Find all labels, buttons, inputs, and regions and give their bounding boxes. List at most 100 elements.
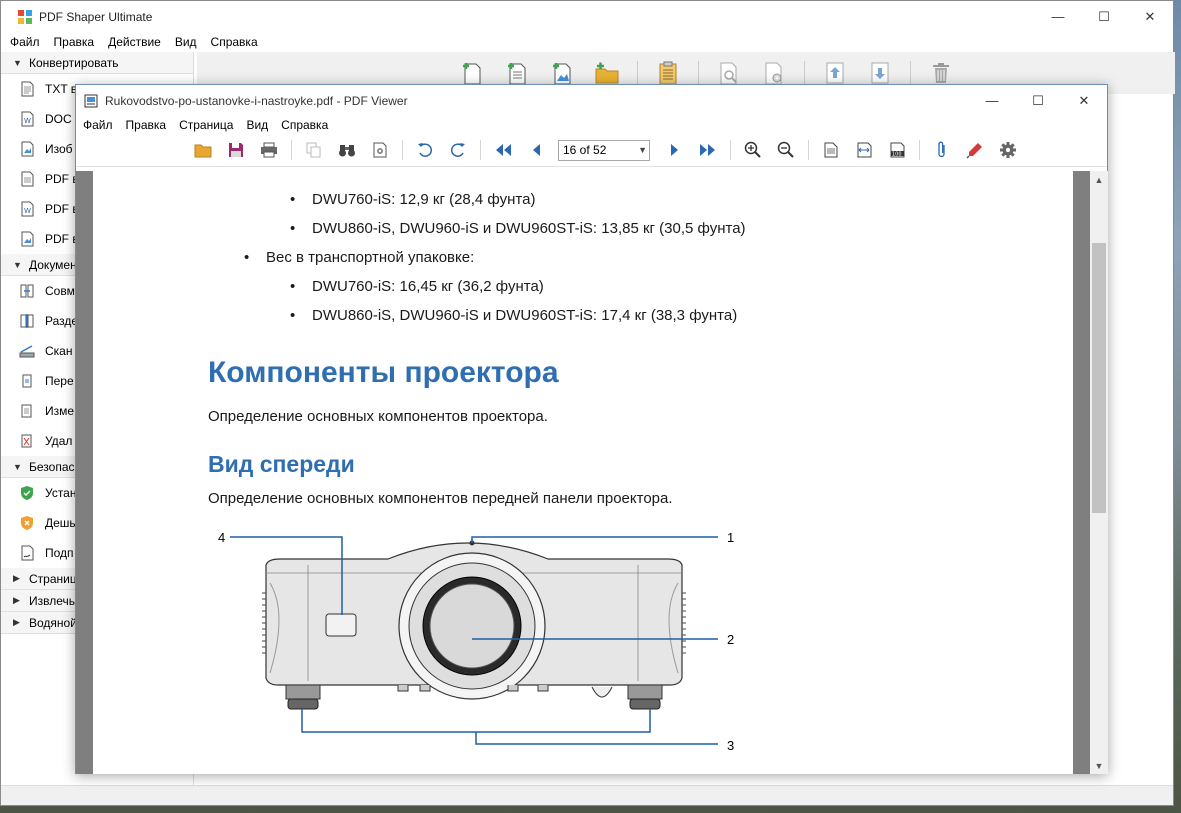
fit-page-button[interactable] xyxy=(820,139,842,161)
menu-view[interactable]: Вид xyxy=(175,35,197,49)
minimize-button[interactable]: — xyxy=(1035,1,1081,32)
save-button[interactable] xyxy=(225,139,247,161)
viewer-maximize-button[interactable]: ☐ xyxy=(1015,85,1061,116)
first-page-icon xyxy=(496,144,511,156)
bullet-text: DWU860-iS, DWU960-iS и DWU960ST-iS: 17,4… xyxy=(312,307,738,324)
callout-3-label: 3 xyxy=(727,738,734,753)
viewer-menubar: Файл Правка Страница Вид Справка xyxy=(76,116,1107,134)
bullet-item: • DWU760-iS: 12,9 кг (28,4 фунта) xyxy=(290,191,536,208)
find-button[interactable] xyxy=(336,139,358,161)
bullet-text: Вес в транспортной упаковке: xyxy=(266,249,475,266)
toolbar-separator xyxy=(402,140,403,160)
sidebar-item-label: Подп xyxy=(45,546,74,560)
rotate-left-button[interactable] xyxy=(414,139,436,161)
first-page-button[interactable] xyxy=(492,139,514,161)
delete-page-icon xyxy=(19,433,35,449)
sidebar-item-label: Разде xyxy=(45,314,79,328)
clipboard-icon xyxy=(659,61,677,85)
menu-file[interactable]: Файл xyxy=(10,35,40,49)
rotate-right-icon xyxy=(450,143,465,157)
scroll-up-arrow-icon[interactable]: ▲ xyxy=(1090,171,1108,188)
maximize-button[interactable]: ☐ xyxy=(1081,1,1127,32)
save-icon xyxy=(229,143,243,157)
scrollbar-thumb[interactable] xyxy=(1092,243,1106,513)
zoom-in-button[interactable] xyxy=(742,139,764,161)
menu-action[interactable]: Действие xyxy=(108,35,161,49)
callout-2-label: 2 xyxy=(727,632,734,647)
bullet-item: • DWU760-iS: 16,45 кг (36,2 фунта) xyxy=(290,278,544,295)
toolbar-separator xyxy=(919,140,920,160)
viewer-menu-help[interactable]: Справка xyxy=(281,118,328,132)
sidebar-item-label: Пере xyxy=(45,374,74,388)
add-image-icon xyxy=(553,63,571,85)
viewer-menu-view[interactable]: Вид xyxy=(246,118,268,132)
open-button[interactable] xyxy=(192,139,214,161)
svg-text:W: W xyxy=(24,207,31,215)
chevron-right-icon: ▶ xyxy=(13,595,20,605)
page-indicator: 16 of 52 xyxy=(563,143,607,157)
viewer-titlebar: Rukovodstvo-po-ustanovke-i-nastroyke.pdf… xyxy=(76,85,1107,116)
pdf-viewer-app-icon xyxy=(84,94,98,107)
print-button[interactable] xyxy=(258,139,280,161)
document-properties-button[interactable] xyxy=(369,139,391,161)
pdf-viewer-window: Rukovodstvo-po-ustanovke-i-nastroyke.pdf… xyxy=(75,84,1108,774)
svg-text:W: W xyxy=(24,117,31,125)
menu-edit[interactable]: Правка xyxy=(54,35,95,49)
previous-page-icon xyxy=(533,144,540,156)
previous-page-button[interactable] xyxy=(525,139,547,161)
copy-button[interactable] xyxy=(303,139,325,161)
bullet-icon: • xyxy=(244,249,250,266)
sidebar-item-label: Изоб xyxy=(45,142,73,156)
attachment-button[interactable] xyxy=(931,139,953,161)
actual-size-icon: 100 xyxy=(890,142,905,158)
last-page-icon xyxy=(700,144,715,156)
binoculars-icon xyxy=(339,145,355,157)
doc-file-icon: W xyxy=(19,111,35,127)
annotate-button[interactable] xyxy=(964,139,986,161)
vertical-scrollbar[interactable]: ▲ ▼ xyxy=(1090,171,1108,774)
fit-width-button[interactable] xyxy=(853,139,875,161)
document-settings-icon xyxy=(765,62,782,85)
scroll-down-arrow-icon[interactable]: ▼ xyxy=(1090,757,1108,774)
group-convert[interactable]: ▼ Конвертировать xyxy=(1,52,193,74)
viewer-menu-edit[interactable]: Правка xyxy=(126,118,167,132)
add-document-icon xyxy=(508,63,526,85)
fit-page-icon xyxy=(824,142,838,158)
viewer-minimize-button[interactable]: — xyxy=(969,85,1015,116)
viewer-menu-file[interactable]: Файл xyxy=(83,118,113,132)
toolbar-separator xyxy=(480,140,481,160)
menu-help[interactable]: Справка xyxy=(211,35,258,49)
rotate-page-icon xyxy=(19,373,35,389)
move-down-icon xyxy=(871,62,889,84)
zoom-out-button[interactable] xyxy=(775,139,797,161)
toolbar-separator xyxy=(804,61,805,85)
document-view[interactable]: • DWU760-iS: 12,9 кг (28,4 фунта) • DWU8… xyxy=(76,171,1090,774)
viewer-window-title: Rukovodstvo-po-ustanovke-i-nastroyke.pdf… xyxy=(105,93,408,108)
group-label: Докумен xyxy=(29,257,77,272)
rotate-right-button[interactable] xyxy=(447,139,469,161)
pdf-file-icon xyxy=(19,171,35,187)
sidebar-item-label: Совм xyxy=(45,284,75,298)
sidebar-item-label: Изме xyxy=(45,404,75,418)
viewer-close-button[interactable]: ✕ xyxy=(1061,85,1107,116)
paragraph-front-view: Определение основных компонентов передне… xyxy=(208,490,673,507)
sidebar-item-label: Удал xyxy=(45,434,73,448)
bullet-icon: • xyxy=(290,220,296,237)
page-number-select[interactable]: 16 of 52 ▼ xyxy=(558,139,650,161)
bullet-icon: • xyxy=(290,278,296,295)
settings-button[interactable] xyxy=(997,139,1019,161)
actual-size-button[interactable]: 100 xyxy=(886,139,908,161)
txt-file-icon xyxy=(19,81,35,97)
next-page-button[interactable] xyxy=(664,139,686,161)
close-button[interactable]: ✕ xyxy=(1127,1,1173,32)
toolbar-separator xyxy=(730,140,731,160)
callout-4-label: 4 xyxy=(218,530,225,545)
viewer-menu-page[interactable]: Страница xyxy=(179,118,233,132)
last-page-button[interactable] xyxy=(697,139,719,161)
bullet-item: • DWU860-iS, DWU960-iS и DWU960ST-iS: 13… xyxy=(290,220,746,237)
printer-icon xyxy=(261,142,277,158)
bullet-text: DWU760-iS: 12,9 кг (28,4 фунта) xyxy=(312,191,536,208)
chevron-down-icon: ▼ xyxy=(13,461,22,472)
zoom-in-icon xyxy=(744,141,761,158)
chevron-down-icon: ▼ xyxy=(13,57,22,68)
